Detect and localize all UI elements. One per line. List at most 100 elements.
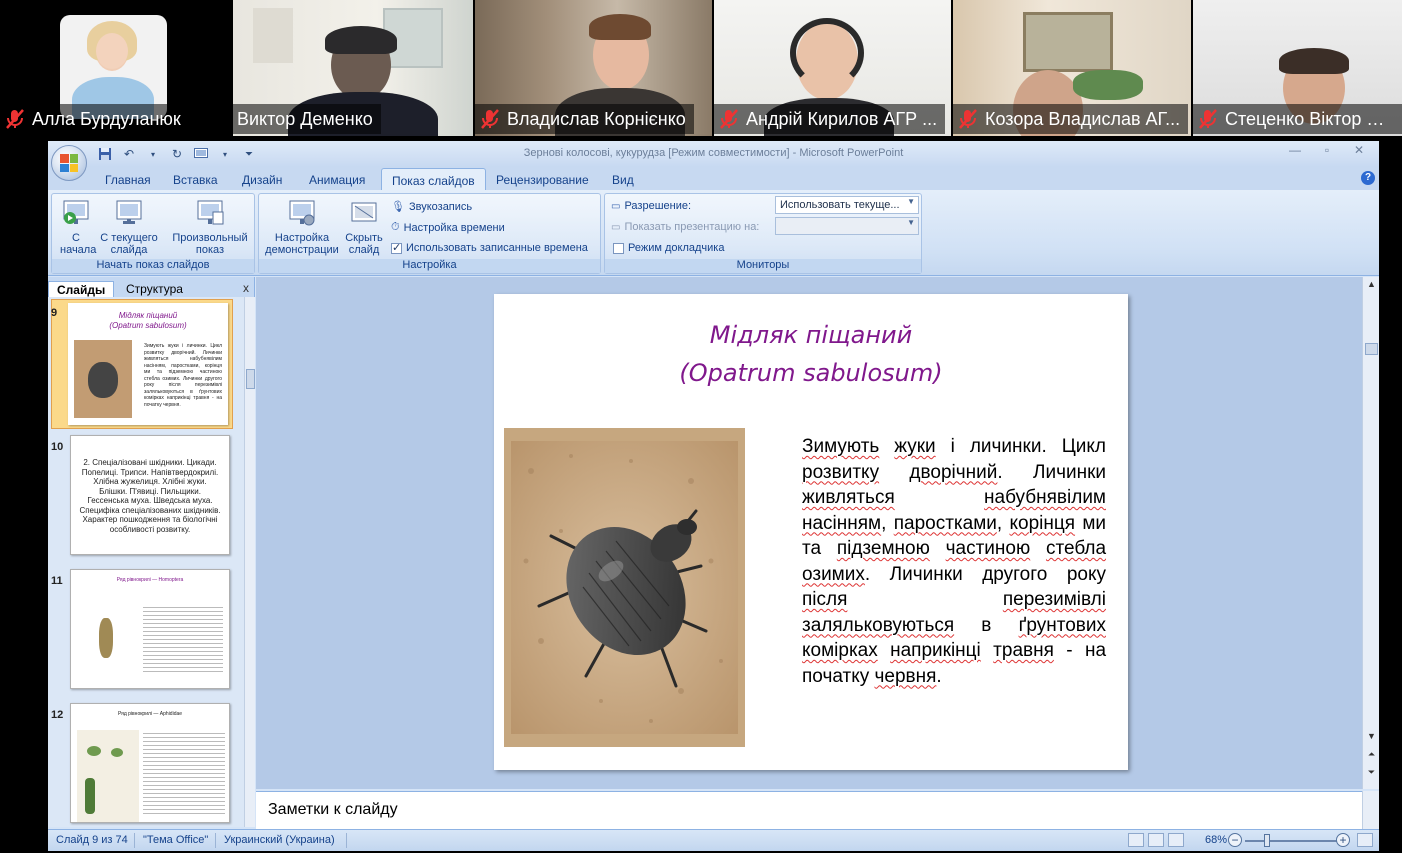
notes-pane[interactable]: Заметки к слайду xyxy=(256,791,1364,829)
custom-show-label: Произвольный показ xyxy=(172,232,248,256)
tab-animation[interactable]: Анимация xyxy=(299,168,375,191)
minimize-icon[interactable]: — xyxy=(1279,143,1311,161)
slideshow-view-icon[interactable] xyxy=(1168,833,1184,847)
from-beginning-button[interactable]: С начала xyxy=(54,198,98,256)
slide-thumbnail[interactable]: 2. Спеціалізовані шкідники. Цикади. Попе… xyxy=(70,435,230,555)
microphone-icon: 🎙 xyxy=(391,201,405,213)
zoom-out-icon[interactable]: − xyxy=(1228,833,1242,847)
scrollbar-thumb[interactable] xyxy=(246,369,255,389)
slide-thumbnail-selected[interactable]: Мідляк піщаний (Opatrum sabulosum) Зимую… xyxy=(68,303,228,425)
zoom-slider-handle[interactable] xyxy=(1264,834,1270,847)
use-timings-checkbox[interactable]: Использовать записанные времена xyxy=(391,241,588,254)
slide-title-line-1: Мідляк піщаний xyxy=(709,321,913,349)
monitor-icon: ▭ xyxy=(611,200,621,212)
powerpoint-window: ↶ ▾ ↻ ▾ ⏷ Зернові колосові, кукурудза [Р… xyxy=(48,141,1379,851)
participant-name-bar: Козора Владислав АГ... xyxy=(953,104,1189,134)
maximize-icon[interactable]: ▫ xyxy=(1311,143,1343,161)
group-label: Настройка xyxy=(259,259,600,273)
rehearse-timings-button[interactable]: ⏱ Настройка времени xyxy=(391,221,505,234)
slide-number: 9 xyxy=(51,307,58,319)
slide-title-line-2: (Opatrum sabulosum) xyxy=(679,359,943,387)
aphid-thumbnail-image xyxy=(77,730,139,822)
participant-tile[interactable]: Алла Бурдуланюк xyxy=(0,0,230,136)
beetle-photo[interactable] xyxy=(504,428,745,747)
status-bar: Слайд 9 из 74 "Тема Office" Украинский (… xyxy=(48,829,1379,851)
zoom-in-icon[interactable]: + xyxy=(1336,833,1350,847)
theme-name[interactable]: "Тема Office" xyxy=(143,834,208,846)
from-beginning-label: С начала xyxy=(60,232,97,256)
previous-slide-icon[interactable]: ⏶ xyxy=(1365,749,1378,760)
custom-slideshow-icon xyxy=(195,198,225,228)
checkbox-unchecked-icon xyxy=(613,242,624,254)
participant-tile[interactable]: Владислав Корнієнко xyxy=(475,0,712,136)
close-icon[interactable]: ✕ xyxy=(1343,143,1375,161)
thumb-text-lines xyxy=(143,730,225,816)
scroll-up-arrow-icon[interactable]: ▲ xyxy=(1365,279,1378,289)
slide-text-segment xyxy=(1030,538,1046,559)
misspelled-word: червня xyxy=(874,665,937,687)
slide-sorter-view-icon[interactable] xyxy=(1148,833,1164,847)
window-title: Зернові колосові, кукурудза [Режим совме… xyxy=(523,147,904,159)
setup-show-button[interactable]: Настройка демонстрации xyxy=(262,198,342,256)
scrollbar-thumb[interactable] xyxy=(1365,343,1378,355)
slides-pane-scrollbar[interactable] xyxy=(244,297,255,827)
slide-thumbnail[interactable]: Ряд рівнокрилі — Aphididae xyxy=(70,703,230,823)
tab-home[interactable]: Главная xyxy=(95,168,161,191)
slide-text-segment xyxy=(895,487,984,508)
participant-name-bar: Стеценко Віктор АГР xyxy=(1193,104,1402,134)
thumb-body: Зимують жуки і личинки. Цикл розвитку дв… xyxy=(144,343,222,408)
slide-text-segment xyxy=(847,589,1002,610)
close-icon[interactable]: x xyxy=(243,281,249,295)
tab-slides[interactable]: Слайды xyxy=(48,281,115,298)
slideshow-play-icon xyxy=(61,198,91,228)
hide-slide-label: Скрыть слайд xyxy=(345,232,383,256)
misspelled-word: комірках xyxy=(802,640,878,661)
tab-view[interactable]: Вид xyxy=(602,168,644,191)
misspelled-word: насінням xyxy=(802,512,882,534)
tab-insert[interactable]: Вставка xyxy=(163,168,228,191)
pane-tabs: Слайды Структура x xyxy=(48,279,255,298)
show-on-dropdown[interactable]: ▼ xyxy=(775,217,919,235)
zoom-level[interactable]: 68% xyxy=(1205,834,1227,846)
resolution-dropdown[interactable]: Использовать текуще... ▼ xyxy=(775,196,919,214)
language[interactable]: Украинский (Украина) xyxy=(224,834,335,846)
status-divider xyxy=(215,833,216,848)
participant-tile[interactable]: Козора Владислав АГ... xyxy=(953,0,1191,136)
slide-number: 10 xyxy=(51,441,64,453)
tab-review[interactable]: Рецензирование xyxy=(486,168,599,191)
current-slide[interactable]: Мідляк піщаний (Opatrum sabulosum) Зимую… xyxy=(494,294,1128,770)
normal-view-icon[interactable] xyxy=(1128,833,1144,847)
zoom-slider[interactable] xyxy=(1245,840,1339,842)
participant-tile-active-speaker[interactable]: Виктор Деменко xyxy=(233,0,473,136)
misspelled-word: Зимують xyxy=(802,436,880,457)
record-narration-button[interactable]: 🎙 Звукозапись xyxy=(391,200,472,214)
slide-thumbnail[interactable]: Ряд рівнокрилі — Homoptera xyxy=(70,569,230,689)
participant-tile[interactable]: Стеценко Віктор АГР xyxy=(1193,0,1402,136)
thumb-subtitle: (Opatrum sabulosum) xyxy=(109,321,187,330)
slide-text-segment xyxy=(930,538,946,559)
tab-outline[interactable]: Структура xyxy=(118,281,191,298)
custom-show-button[interactable]: Произвольный показ xyxy=(168,198,252,256)
fit-to-window-icon[interactable] xyxy=(1357,833,1373,847)
slide-body-text[interactable]: Зимують жуки і личинки. Цикл розвитку дв… xyxy=(802,434,1106,689)
help-icon[interactable]: ? xyxy=(1361,171,1375,185)
slide-editing-area: Мідляк піщаний (Opatrum sabulosum) Зимую… xyxy=(256,277,1364,789)
from-current-slide-button[interactable]: С текущего слайда xyxy=(98,198,160,256)
timer-icon: ⏱ xyxy=(391,221,400,233)
thumb-text-lines xyxy=(143,604,223,674)
slide-number: 11 xyxy=(51,575,63,587)
slide-title[interactable]: Мідляк піщаний (Opatrum sabulosum) xyxy=(494,316,1128,392)
notes-scrollbar[interactable] xyxy=(1362,791,1379,829)
tab-slideshow[interactable]: Показ слайдов xyxy=(381,168,486,191)
vertical-scrollbar[interactable]: ▲ ▼ ⏶ ⏷ xyxy=(1362,277,1379,789)
participant-tile[interactable]: Андрій Кирилов АГР ... xyxy=(714,0,951,136)
presenter-view-checkbox[interactable]: Режим докладчика xyxy=(613,242,724,254)
window-controls: — ▫ ✕ xyxy=(1279,143,1375,161)
hide-slide-button[interactable]: Скрыть слайд xyxy=(341,198,387,256)
slide-text-segment: і личинки. Цикл xyxy=(935,436,1107,457)
scroll-down-arrow-icon[interactable]: ▼ xyxy=(1365,731,1378,741)
tab-design[interactable]: Дизайн xyxy=(232,168,292,191)
next-slide-icon[interactable]: ⏷ xyxy=(1365,767,1378,778)
office-button[interactable] xyxy=(51,145,87,181)
group-start-slideshow: С начала С текущего слайда Произвольный … xyxy=(51,193,255,274)
